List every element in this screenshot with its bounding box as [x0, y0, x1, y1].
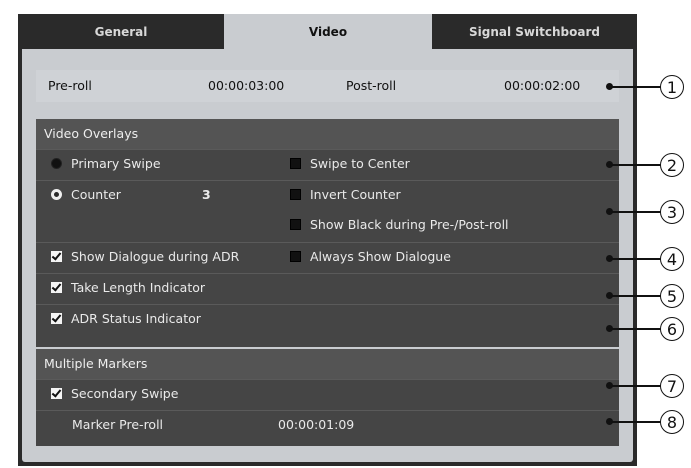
- always-show-dialogue-label: Always Show Dialogue: [310, 249, 451, 264]
- callout-4: 4: [606, 247, 691, 271]
- counter-value[interactable]: 3: [202, 187, 211, 202]
- show-black-label: Show Black during Pre-/Post-roll: [310, 217, 509, 232]
- counter-radio[interactable]: Counter: [51, 187, 121, 202]
- counter-label: Counter: [71, 187, 121, 202]
- checkbox-checked-icon: [51, 282, 62, 293]
- preroll-label: Pre-roll: [48, 78, 92, 93]
- video-overlays-section: Video Overlays Primary Swipe Swipe to Ce…: [36, 119, 619, 347]
- callout-5: 5: [606, 284, 691, 308]
- swipe-to-center-toggle[interactable]: Swipe to Center: [290, 156, 410, 171]
- checkbox-checked-icon: [51, 313, 62, 324]
- callout-3: 3: [606, 200, 691, 224]
- show-black-toggle[interactable]: Show Black during Pre-/Post-roll: [290, 217, 509, 232]
- checkbox-checked-icon: [51, 251, 62, 262]
- list-item: Take Length Indicator: [36, 273, 619, 305]
- take-length-checkbox[interactable]: Take Length Indicator: [51, 280, 205, 295]
- list-item: Show Black during Pre-/Post-roll: [36, 211, 619, 242]
- section-title: Video Overlays: [44, 126, 139, 141]
- take-length-label: Take Length Indicator: [71, 280, 206, 295]
- preroll-bar: Pre-roll 00:00:03:00 Post-roll 00:00:02:…: [36, 70, 619, 102]
- primary-swipe-radio[interactable]: Primary Swipe: [51, 156, 161, 171]
- multiple-markers-section: Multiple Markers Secondary Swipe Marker …: [36, 349, 619, 446]
- checkbox-checked-icon: [51, 388, 62, 399]
- tab-video[interactable]: Video: [224, 14, 432, 49]
- list-item: Counter 3 Invert Counter: [36, 180, 619, 212]
- swipe-to-center-label: Swipe to Center: [310, 156, 410, 171]
- postroll-value[interactable]: 00:00:02:00: [504, 78, 580, 93]
- secondary-swipe-label: Secondary Swipe: [71, 386, 179, 401]
- always-show-dialogue-toggle[interactable]: Always Show Dialogue: [290, 249, 451, 264]
- adr-status-label: ADR Status Indicator: [71, 311, 201, 326]
- invert-counter-label: Invert Counter: [310, 187, 401, 202]
- marker-preroll-value[interactable]: 00:00:01:09: [278, 417, 354, 432]
- invert-counter-toggle[interactable]: Invert Counter: [290, 187, 401, 202]
- toggle-off-icon: [290, 219, 301, 230]
- video-overlays-header: Video Overlays: [36, 119, 619, 149]
- radio-selected-icon: [51, 158, 62, 169]
- preroll-value[interactable]: 00:00:03:00: [208, 78, 284, 93]
- settings-window: General Video Signal Switchboard Pre-rol…: [18, 14, 637, 466]
- show-dialogue-adr-checkbox[interactable]: Show Dialogue during ADR: [51, 249, 239, 264]
- callout-7: 7: [606, 374, 691, 398]
- marker-preroll-label: Marker Pre-roll: [72, 417, 164, 432]
- primary-swipe-label: Primary Swipe: [71, 156, 161, 171]
- section-title: Multiple Markers: [44, 356, 148, 371]
- toggle-off-icon: [290, 189, 301, 200]
- list-item: Primary Swipe Swipe to Center: [36, 149, 619, 181]
- radio-unselected-icon: [51, 189, 62, 200]
- secondary-swipe-checkbox[interactable]: Secondary Swipe: [51, 386, 178, 401]
- callout-8: 8: [606, 410, 691, 434]
- tab-general[interactable]: General: [18, 14, 224, 49]
- callout-6: 6: [606, 317, 691, 341]
- toggle-off-icon: [290, 158, 301, 169]
- show-dialogue-adr-label: Show Dialogue during ADR: [71, 249, 240, 264]
- postroll-label: Post-roll: [346, 78, 397, 93]
- callout-1: 1: [606, 75, 691, 99]
- list-item: Marker Pre-roll 00:00:01:09: [36, 410, 619, 442]
- video-panel: Pre-roll 00:00:03:00 Post-roll 00:00:02:…: [22, 49, 633, 462]
- list-item: ADR Status Indicator: [36, 304, 619, 336]
- list-item: Show Dialogue during ADR Always Show Dia…: [36, 242, 619, 274]
- adr-status-checkbox[interactable]: ADR Status Indicator: [51, 311, 201, 326]
- toggle-off-icon: [290, 251, 301, 262]
- list-item: Secondary Swipe: [36, 379, 619, 411]
- multiple-markers-header: Multiple Markers: [36, 349, 619, 379]
- tab-signal-switchboard[interactable]: Signal Switchboard: [432, 14, 637, 49]
- callout-2: 2: [606, 153, 691, 177]
